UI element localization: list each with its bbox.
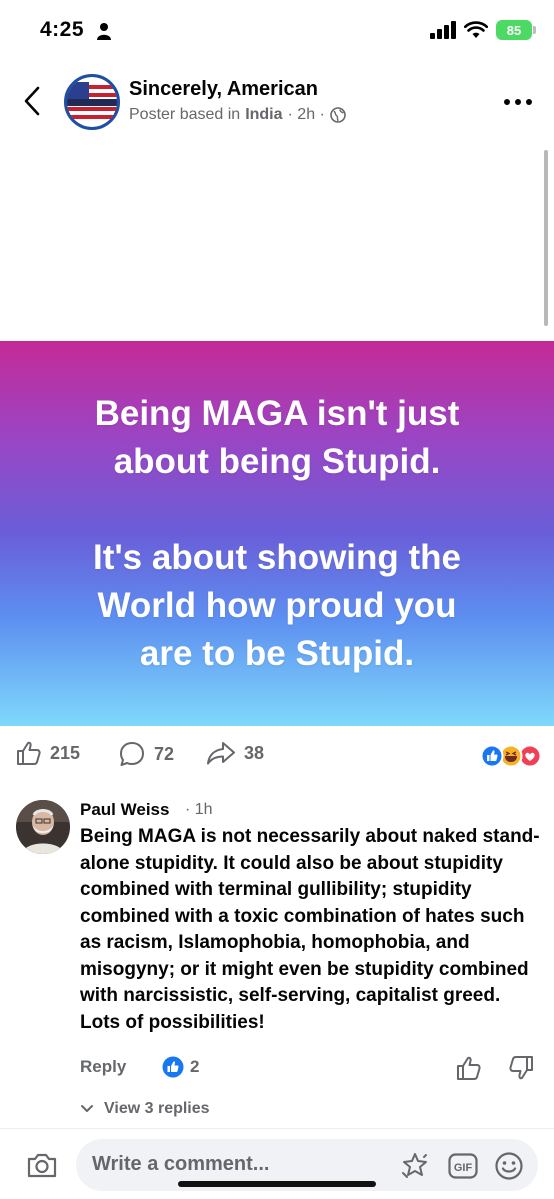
view-replies-label: View 3 replies xyxy=(104,1100,210,1117)
emoji-icon[interactable] xyxy=(494,1151,524,1181)
post-time: · 2h · xyxy=(287,106,325,123)
camera-icon[interactable] xyxy=(26,1151,58,1179)
comment-text: Being MAGA is not necessarily about nake… xyxy=(80,826,540,1033)
reactions-summary[interactable] xyxy=(480,744,540,768)
post-text-line: Being MAGA isn't just xyxy=(94,393,460,433)
gif-icon: GIF xyxy=(448,1153,478,1179)
post-image[interactable]: Being MAGA isn't just about being Stupid… xyxy=(0,341,554,726)
battery-icon: 85 xyxy=(496,20,536,40)
comment-count: 72 xyxy=(154,743,175,764)
commenter-name[interactable]: Paul Weiss xyxy=(80,800,169,820)
comment-button[interactable]: 72 xyxy=(118,740,174,768)
page-name[interactable]: Sincerely, American xyxy=(129,78,318,101)
chevron-down-icon xyxy=(81,1105,93,1112)
thumbs-down-icon[interactable] xyxy=(508,1055,534,1081)
comment-like-count: 2 xyxy=(190,1057,200,1076)
poster-country: India xyxy=(245,106,283,123)
love-reaction xyxy=(480,744,504,768)
status-bar: 4:25 85 xyxy=(0,0,554,62)
view-replies-button[interactable]: View 3 replies xyxy=(80,1100,210,1118)
status-time: 4:25 xyxy=(40,18,85,41)
poster-prefix: Poster based in xyxy=(129,106,241,123)
more-icon[interactable] xyxy=(500,92,536,112)
thumbs-up-icon[interactable] xyxy=(456,1055,482,1081)
share-button[interactable]: 38 xyxy=(206,740,264,766)
share-count: 38 xyxy=(244,742,265,763)
commenter-avatar[interactable] xyxy=(16,800,70,854)
gif-button[interactable]: GIF xyxy=(448,1153,478,1179)
comment-icon xyxy=(120,742,144,766)
gif-label: GIF xyxy=(454,1162,473,1174)
post-header: Sincerely, American Poster based in Indi… xyxy=(0,62,554,144)
post-text-line: about being Stupid. xyxy=(113,441,441,481)
globe-icon xyxy=(330,107,346,123)
share-icon xyxy=(207,742,235,765)
status-indicators: 85 xyxy=(430,20,536,40)
person-icon xyxy=(97,23,111,40)
post-meta: Poster based in India · 2h · xyxy=(129,106,346,124)
haha-reaction xyxy=(499,744,523,768)
flag-icon xyxy=(67,77,117,127)
like-button[interactable]: 215 xyxy=(16,740,80,766)
home-indicator[interactable] xyxy=(178,1181,376,1187)
back-icon[interactable] xyxy=(18,84,48,118)
commenter-photo xyxy=(16,800,70,854)
reply-button[interactable]: Reply xyxy=(80,1057,126,1077)
comment-composer: Write a comment... GIF xyxy=(0,1128,554,1199)
sticker-icon[interactable] xyxy=(400,1151,430,1181)
like-count: 215 xyxy=(50,742,81,763)
scrollbar[interactable] xyxy=(544,150,548,326)
comment-time: · 1h xyxy=(185,801,213,818)
post-text-line: It's about showing the xyxy=(92,537,462,577)
thumbs-up-icon xyxy=(17,741,41,765)
comment-placeholder: Write a comment... xyxy=(92,1153,270,1175)
like-reaction-icon xyxy=(162,1056,184,1078)
post-text-line: are to be Stupid. xyxy=(139,633,415,673)
battery-level: 85 xyxy=(506,22,522,38)
post-text-line: World how proud you xyxy=(97,585,457,625)
comment-like-summary[interactable]: 2 xyxy=(162,1056,199,1078)
wifi-icon xyxy=(464,21,488,38)
page-avatar[interactable] xyxy=(64,74,120,130)
signal-icon xyxy=(430,21,456,39)
post-actions: 215 72 38 xyxy=(0,736,554,776)
like-reaction xyxy=(518,744,540,768)
